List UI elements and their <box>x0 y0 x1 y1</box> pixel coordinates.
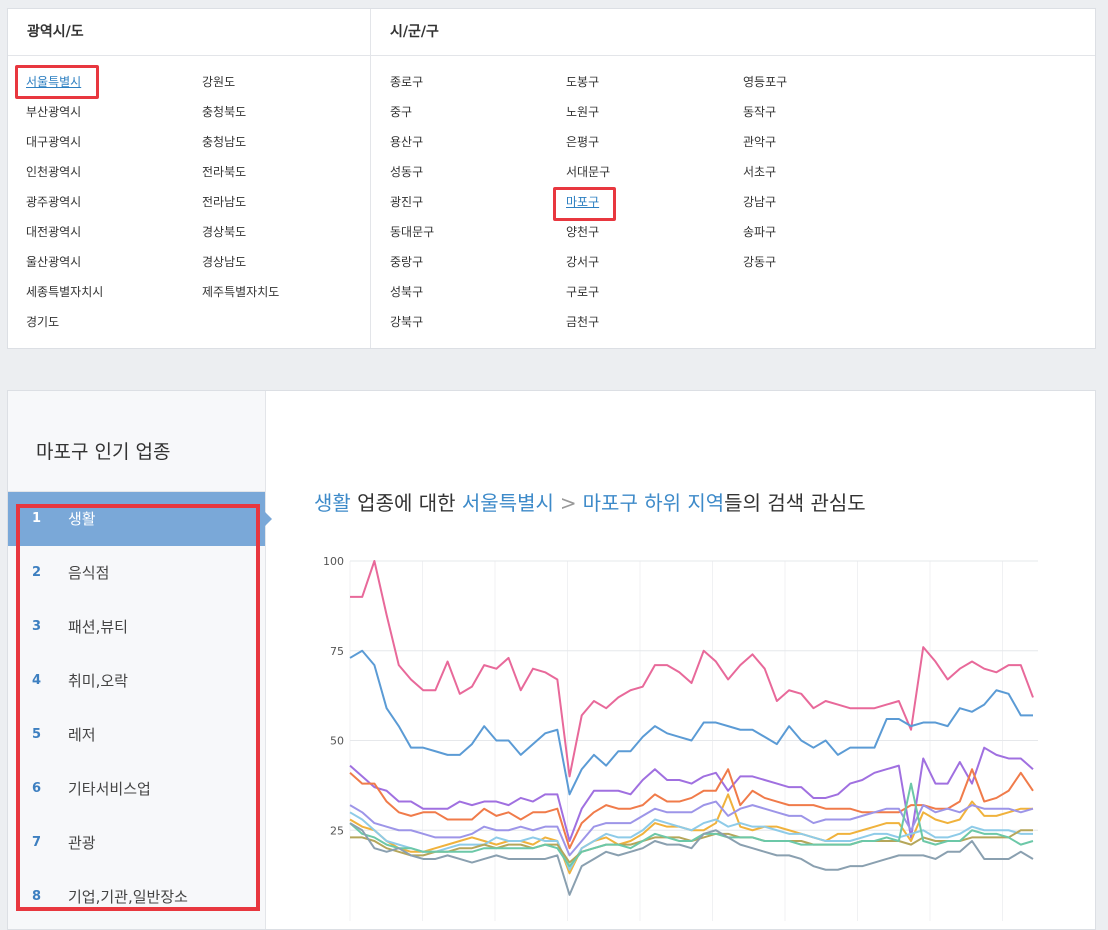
province-item[interactable]: 부산광역시 <box>26 101 81 123</box>
headline-province: 서울특별시 <box>461 491 554 515</box>
district-highlight-box <box>553 187 616 221</box>
district-item[interactable]: 강서구 <box>566 251 599 273</box>
district-item[interactable]: 서초구 <box>743 161 776 183</box>
headline-category: 생활 <box>314 491 351 515</box>
province-item[interactable]: 충청남도 <box>202 131 246 153</box>
province-highlight-box <box>15 65 99 99</box>
district-item[interactable]: 성북구 <box>390 281 423 303</box>
district-item[interactable]: 영등포구 <box>743 71 787 93</box>
district-item[interactable]: 동작구 <box>743 101 776 123</box>
series-line-3 <box>349 746 1034 843</box>
popular-title: 마포구 인기 업종 <box>36 441 171 463</box>
y-tick-label: 100 <box>323 555 344 568</box>
headline-text1: 업종에 대한 <box>350 491 462 515</box>
district-item[interactable]: 중구 <box>390 101 412 123</box>
district-item[interactable]: 관악구 <box>743 131 776 153</box>
district-item[interactable]: 양천구 <box>566 221 599 243</box>
popular-panel: 마포구 인기 업종 1 생활 2 음식점 3 패션,뷰티 4 취미,오락 5 레저 6 기타서비스업 7… <box>7 390 1096 930</box>
y-tick-label: 50 <box>330 735 344 748</box>
district-item[interactable]: 강북구 <box>390 311 423 333</box>
district-item[interactable]: 강동구 <box>743 251 776 273</box>
district-item[interactable]: 금천구 <box>566 311 599 333</box>
district-item[interactable]: 성동구 <box>390 161 423 183</box>
province-item[interactable]: 대구광역시 <box>26 131 81 153</box>
province-header: 광역시/도 <box>8 9 370 56</box>
province-item[interactable]: 대전광역시 <box>26 221 81 243</box>
district-item[interactable]: 용산구 <box>390 131 423 153</box>
series-line-9 <box>349 782 1034 868</box>
active-pointer-icon <box>265 512 272 526</box>
province-item[interactable]: 경상북도 <box>202 221 246 243</box>
province-item[interactable]: 전라북도 <box>202 161 246 183</box>
y-tick-label: 75 <box>330 645 344 658</box>
series-line-1 <box>350 560 1034 778</box>
province-item[interactable]: 제주특별자치도 <box>202 281 279 303</box>
district-item[interactable]: 강남구 <box>743 191 776 213</box>
district-item[interactable]: 노원구 <box>566 101 599 123</box>
province-item[interactable]: 전라남도 <box>202 191 246 213</box>
district-item[interactable]: 은평구 <box>566 131 599 153</box>
province-item[interactable]: 울산광역시 <box>26 251 81 273</box>
province-item[interactable]: 광주광역시 <box>26 191 81 213</box>
province-item[interactable]: 세종특별자치시 <box>26 281 103 303</box>
district-item[interactable]: 도봉구 <box>566 71 599 93</box>
district-item[interactable]: 광진구 <box>390 191 423 213</box>
district-item[interactable]: 중랑구 <box>390 251 423 273</box>
province-item[interactable]: 경기도 <box>26 311 59 333</box>
interest-line-chart: 100 75 50 25 <box>323 555 1038 921</box>
district-item[interactable]: 송파구 <box>743 221 776 243</box>
district-item[interactable]: 종로구 <box>390 71 423 93</box>
district-item[interactable]: 서대문구 <box>566 161 610 183</box>
rank-highlight-box <box>16 504 260 911</box>
province-item[interactable]: 충청북도 <box>202 101 246 123</box>
district-header: 시/군/구 <box>371 9 1095 56</box>
province-item[interactable]: 경상남도 <box>202 251 246 273</box>
district-item[interactable]: 동대문구 <box>390 221 434 243</box>
chart-headline: 생활 업종에 대한 서울특별시 > 마포구 하위 지역들의 검색 관심도 <box>314 487 866 516</box>
y-tick-label: 25 <box>330 824 344 837</box>
region-panel: 광역시/도 시/군/구 서울특별시 부산광역시 대구광역시 인천광역시 광주광역시 대전광… <box>7 8 1096 349</box>
column-divider <box>370 9 371 348</box>
district-item[interactable]: 구로구 <box>566 281 599 303</box>
chevron-right-icon: > <box>559 491 577 515</box>
province-item[interactable]: 인천광역시 <box>26 161 81 183</box>
headline-text2: 들의 검색 관심도 <box>724 491 866 515</box>
headline-district: 마포구 하위 지역 <box>582 491 725 515</box>
province-item[interactable]: 강원도 <box>202 71 235 93</box>
